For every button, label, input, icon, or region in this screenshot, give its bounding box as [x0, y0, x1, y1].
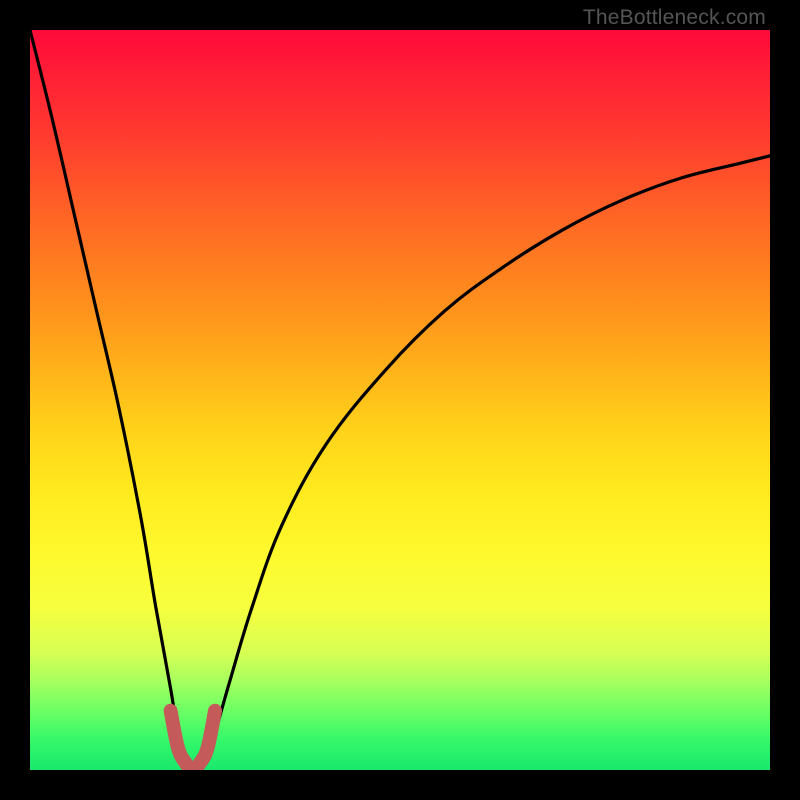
- watermark-text: TheBottleneck.com: [583, 6, 766, 30]
- valley-highlight-path: [171, 711, 215, 770]
- bottleneck-curve-path: [30, 30, 770, 770]
- chart-frame: TheBottleneck.com: [0, 0, 800, 800]
- curve-svg: [30, 30, 770, 770]
- plot-area: [30, 30, 770, 770]
